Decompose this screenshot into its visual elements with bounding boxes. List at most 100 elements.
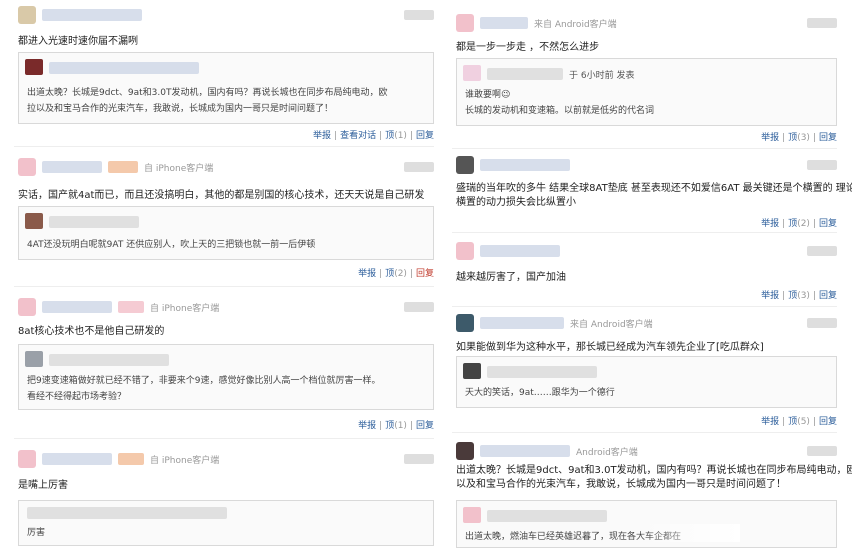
avatar[interactable] bbox=[18, 298, 36, 316]
divider bbox=[452, 306, 837, 307]
quote-avatar[interactable] bbox=[25, 59, 43, 75]
quote-line: 拉以及和宝马合作的光束汽车，我敢说，长城成为国内一哥只是时间问题了！ bbox=[27, 104, 334, 114]
quote-username[interactable] bbox=[49, 62, 199, 74]
like-count: (2) bbox=[797, 219, 810, 229]
username[interactable] bbox=[42, 453, 112, 465]
divider bbox=[14, 286, 434, 287]
avatar[interactable] bbox=[18, 450, 36, 468]
comment-card: 自 iPhone客户端 8at核心技术也不是他自己研发的 把9速变速箱做好就已经… bbox=[14, 296, 434, 434]
comment-text: 是嘴上厉害 bbox=[18, 480, 68, 491]
report-link[interactable]: 举报 bbox=[761, 291, 779, 301]
avatar[interactable] bbox=[456, 442, 474, 460]
divider bbox=[14, 146, 434, 147]
quote-avatar[interactable] bbox=[463, 65, 481, 81]
comment-actions: 举报 | 顶(2) | 回复 bbox=[761, 219, 837, 229]
client-source: 来自 Android客户端 bbox=[570, 320, 653, 330]
like-button[interactable]: 顶 bbox=[788, 133, 797, 143]
quote-line: 把9速变速箱做好就已经不错了，非要来个9速，感觉好像比别人高一个档位就厉害一样。 bbox=[27, 376, 381, 386]
username[interactable] bbox=[480, 317, 564, 329]
like-count: (3) bbox=[797, 133, 810, 143]
comment-actions: 举报 | 顶(5) | 回复 bbox=[761, 417, 837, 427]
quote-username[interactable] bbox=[487, 68, 563, 80]
avatar[interactable] bbox=[456, 242, 474, 260]
client-source: 来自 Android客户端 bbox=[534, 20, 617, 30]
divider bbox=[452, 148, 837, 149]
comment-text: 8at核心技术也不是他自己研发的 bbox=[18, 326, 165, 337]
comment-header: 来自 Android客户端 bbox=[456, 312, 837, 336]
like-button[interactable]: 顶 bbox=[788, 291, 797, 301]
reply-link[interactable]: 回复 bbox=[416, 421, 434, 431]
avatar[interactable] bbox=[456, 314, 474, 332]
report-link[interactable]: 举报 bbox=[761, 219, 779, 229]
avatar[interactable] bbox=[18, 6, 36, 24]
quoted-comment: 把9速变速箱做好就已经不错了，非要来个9速，感觉好像比别人高一个档位就厉害一样。… bbox=[18, 344, 434, 410]
reply-link[interactable]: 回复 bbox=[416, 131, 434, 141]
quote-text: 天大的笑话，9at……跟华为一个德行 bbox=[465, 388, 615, 398]
fade-overlay bbox=[640, 524, 740, 542]
quote-avatar[interactable] bbox=[463, 363, 481, 379]
quote-line: 长城的发动机和变速箱。以前就是低劣的代名词 bbox=[465, 106, 655, 116]
like-count: (1) bbox=[394, 421, 407, 431]
like-button[interactable]: 顶 bbox=[788, 219, 797, 229]
quote-username[interactable] bbox=[27, 507, 227, 519]
username[interactable] bbox=[480, 17, 528, 29]
user-badge bbox=[118, 453, 144, 465]
quote-username[interactable] bbox=[49, 216, 139, 228]
avatar[interactable] bbox=[456, 156, 474, 174]
comment-card: 都进入光速时速你届不漏咧 出道太晚？长城是9dct、9at和3.0T发动机，国内… bbox=[14, 4, 434, 144]
client-source: Android客户端 bbox=[576, 448, 638, 458]
like-button[interactable]: 顶 bbox=[385, 421, 394, 431]
timestamp bbox=[807, 246, 837, 256]
username[interactable] bbox=[480, 159, 570, 171]
report-link[interactable]: 举报 bbox=[358, 421, 376, 431]
quote-text: 谁敢要啊😉 长城的发动机和变速箱。以前就是低劣的代名词 bbox=[465, 87, 830, 119]
comment-text: 实话，国产就4at而已，而且还没搞明白，其他的都是别国的核心技术，还天天说是自己… bbox=[18, 190, 425, 201]
comment-card: 来自 Android客户端 都是一步一步走 ，不然怎么进步 于 6小时前 发表 … bbox=[452, 12, 837, 146]
avatar[interactable] bbox=[456, 14, 474, 32]
like-button[interactable]: 顶 bbox=[788, 417, 797, 427]
quote-avatar[interactable] bbox=[25, 213, 43, 229]
username[interactable] bbox=[480, 445, 570, 457]
avatar[interactable] bbox=[18, 158, 36, 176]
username[interactable] bbox=[480, 245, 560, 257]
quote-username[interactable] bbox=[487, 366, 597, 378]
client-source: 自 iPhone客户端 bbox=[144, 164, 214, 174]
like-count: (3) bbox=[797, 291, 810, 301]
comment-card: 自 iPhone客户端 是嘴上厉害 厉害 bbox=[14, 448, 434, 548]
reply-link[interactable]: 回复 bbox=[819, 291, 837, 301]
timestamp bbox=[807, 318, 837, 328]
report-link[interactable]: 举报 bbox=[761, 417, 779, 427]
comment-actions: 举报 | 顶(1) | 回复 bbox=[358, 421, 434, 431]
like-button[interactable]: 顶 bbox=[385, 131, 394, 141]
comment-text: 盛瑞的当年吹的多牛 结果全球8AT垫底 甚至表现还不如爱信6AT 最关键还是个横… bbox=[456, 182, 852, 210]
comment-header bbox=[456, 240, 837, 264]
view-conversation-link[interactable]: 查看对话 bbox=[340, 131, 376, 141]
username[interactable] bbox=[42, 161, 102, 173]
comment-header: 来自 Android客户端 bbox=[456, 12, 837, 36]
quote-avatar[interactable] bbox=[25, 351, 43, 367]
like-button[interactable]: 顶 bbox=[385, 269, 394, 279]
quote-username[interactable] bbox=[49, 354, 169, 366]
comment-card: 自 iPhone客户端 实话，国产就4at而已，而且还没搞明白，其他的都是别国的… bbox=[14, 156, 434, 282]
report-link[interactable]: 举报 bbox=[761, 133, 779, 143]
reply-link[interactable]: 回复 bbox=[819, 219, 837, 229]
report-link[interactable]: 举报 bbox=[313, 131, 331, 141]
quote-avatar[interactable] bbox=[463, 507, 481, 523]
like-count: (5) bbox=[797, 417, 810, 427]
reply-link[interactable]: 回复 bbox=[819, 417, 837, 427]
quote-line: 出道太晚？长城是9dct、9at和3.0T发动机，国内有吗？再说长城也在同步布局… bbox=[27, 88, 388, 98]
username[interactable] bbox=[42, 301, 112, 313]
quote-username[interactable] bbox=[487, 510, 607, 522]
report-link[interactable]: 举报 bbox=[358, 269, 376, 279]
client-source: 自 iPhone客户端 bbox=[150, 304, 220, 314]
comment-card: 来自 Android客户端 如果能做到华为这种水平，那长城已经成为汽车领先企业了… bbox=[452, 312, 837, 430]
divider bbox=[452, 432, 837, 433]
timestamp bbox=[404, 302, 434, 312]
divider bbox=[14, 438, 434, 439]
quoted-comment: 天大的笑话，9at……跟华为一个德行 bbox=[456, 356, 837, 408]
comment-actions: 举报 | 顶(3) | 回复 bbox=[761, 133, 837, 143]
reply-link[interactable]: 回复 bbox=[416, 269, 434, 279]
reply-link[interactable]: 回复 bbox=[819, 133, 837, 143]
quote-text: 厉害 bbox=[27, 528, 46, 538]
username[interactable] bbox=[42, 9, 142, 21]
